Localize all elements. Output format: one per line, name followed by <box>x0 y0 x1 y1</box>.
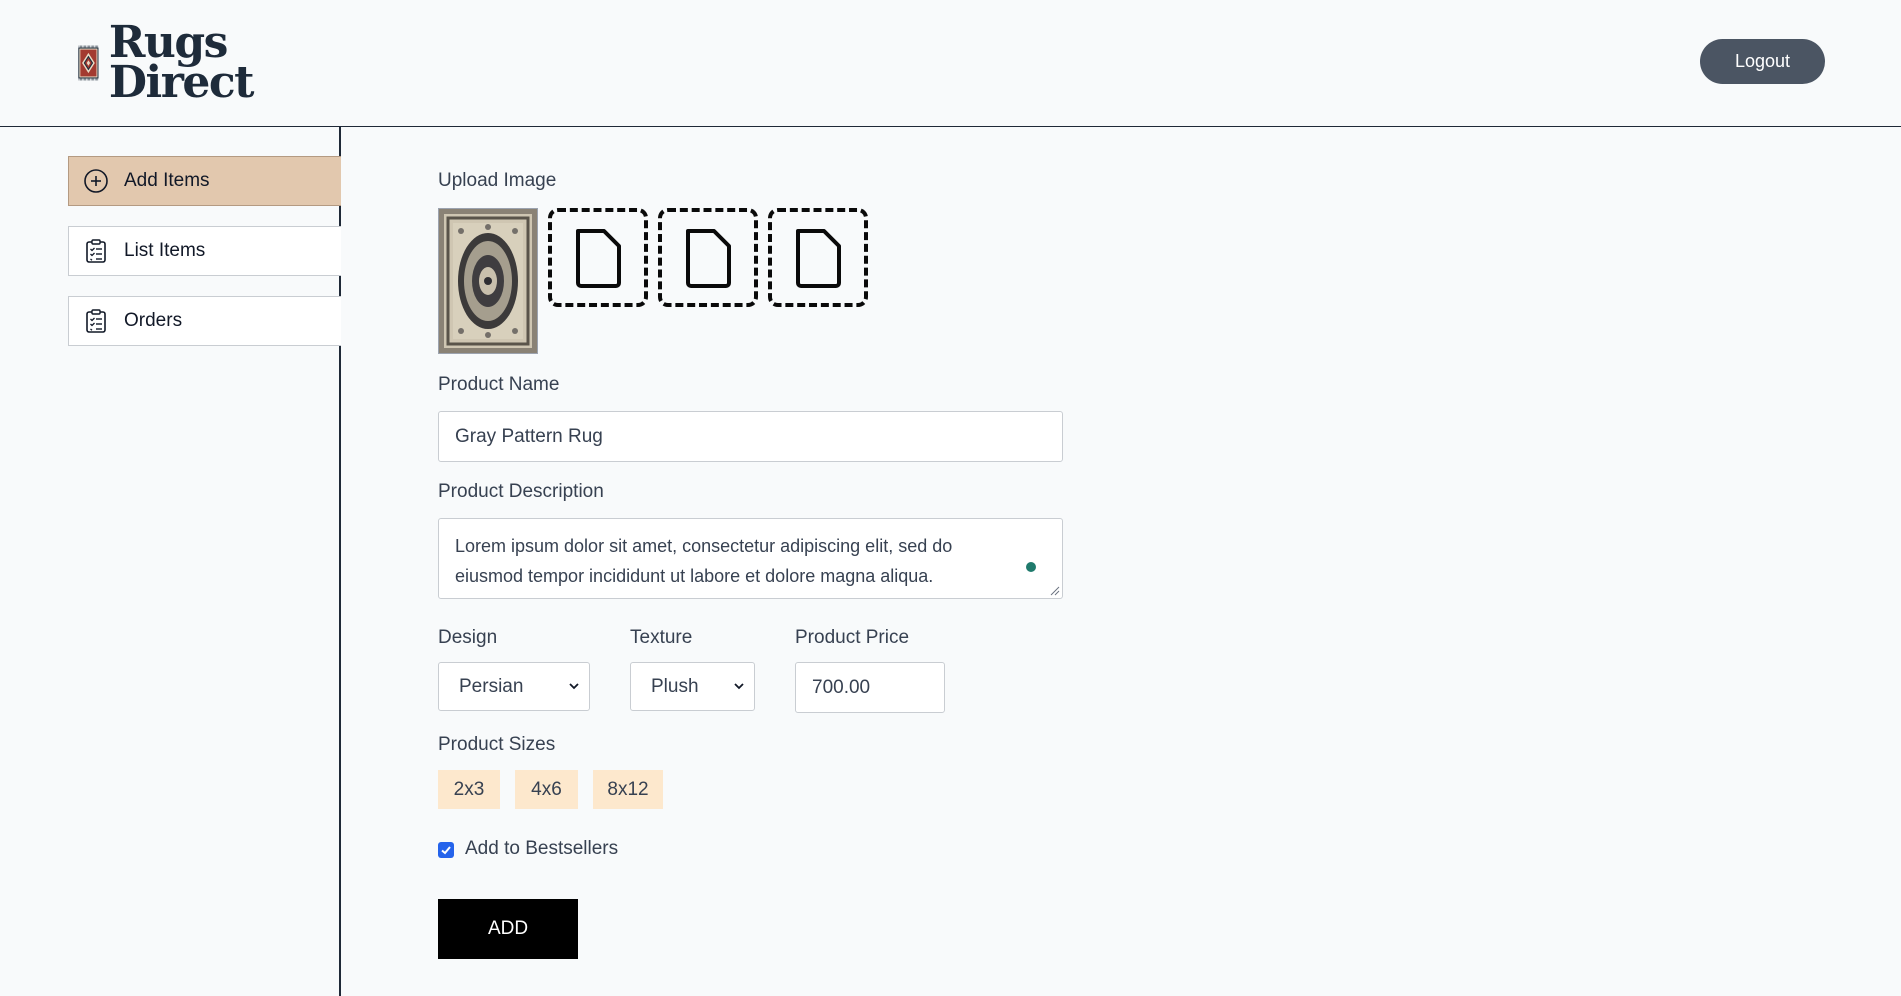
size-chip-4x6[interactable]: 4x6 <box>515 770 578 809</box>
design-label: Design <box>438 627 498 648</box>
sidebar-item-label: Add Items <box>124 170 210 191</box>
sidebar-item-orders[interactable]: Orders <box>68 296 341 346</box>
bestseller-checkbox[interactable] <box>438 842 454 858</box>
logo-text: Rugs Direct <box>108 21 255 108</box>
logo[interactable]: Rugs Direct <box>78 10 255 116</box>
chevron-down-icon <box>569 683 579 690</box>
checkmark-icon <box>441 846 451 855</box>
grammar-status-dot[interactable] <box>1026 562 1036 572</box>
logo-line-2: Direct <box>108 57 255 108</box>
design-select-value: Persian <box>459 675 524 697</box>
sidebar-item-label: Orders <box>124 310 183 331</box>
resize-grip-icon[interactable] <box>1050 586 1060 596</box>
texture-select[interactable]: Plush <box>630 662 755 711</box>
header: Rugs Direct Logout <box>0 0 1901 127</box>
upload-slot-4[interactable] <box>768 208 868 307</box>
product-sizes-label: Product Sizes <box>438 734 556 755</box>
file-icon <box>576 228 621 288</box>
plus-circle-icon <box>83 168 109 194</box>
design-select[interactable]: Persian <box>438 662 590 711</box>
logout-button[interactable]: Logout <box>1700 39 1825 84</box>
product-description-textarea[interactable]: Lorem ipsum dolor sit amet, consectetur … <box>438 518 1063 599</box>
size-chip-8x12[interactable]: 8x12 <box>593 770 663 809</box>
file-icon <box>796 228 841 288</box>
product-price-input[interactable] <box>795 662 945 713</box>
upload-image-label: Upload Image <box>438 170 557 191</box>
clipboard-list-icon <box>83 238 109 264</box>
size-chip-2x3[interactable]: 2x3 <box>438 770 500 809</box>
texture-label: Texture <box>630 627 693 648</box>
product-name-input[interactable] <box>438 411 1063 462</box>
bestseller-label: Add to Bestsellers <box>465 838 619 859</box>
sidebar-item-add-items[interactable]: Add Items <box>68 156 341 206</box>
sidebar-item-list-items[interactable]: List Items <box>68 226 341 276</box>
clipboard-list-icon <box>83 308 109 334</box>
product-name-label: Product Name <box>438 374 560 395</box>
upload-slot-3[interactable] <box>658 208 758 307</box>
sidebar: Add Items List Items Orders <box>0 127 341 996</box>
product-price-label: Product Price <box>795 627 910 648</box>
chevron-down-icon <box>734 683 744 690</box>
texture-select-value: Plush <box>651 675 699 697</box>
sidebar-item-label: List Items <box>124 240 206 261</box>
upload-slot-2[interactable] <box>548 208 648 307</box>
product-description-label: Product Description <box>438 481 604 502</box>
file-icon <box>686 228 731 288</box>
uploaded-rug-thumbnail[interactable] <box>438 208 538 354</box>
rug-logo-icon <box>78 45 99 81</box>
add-button[interactable]: ADD <box>438 899 578 959</box>
